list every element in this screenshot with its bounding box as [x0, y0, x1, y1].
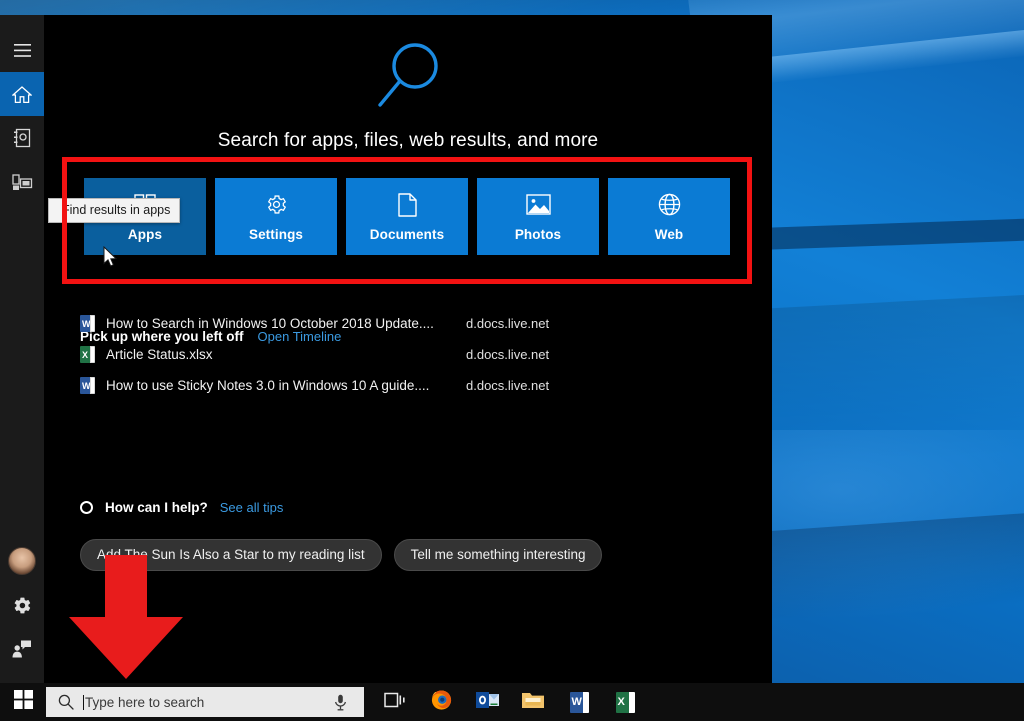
taskbar-item-word[interactable]: W	[556, 683, 602, 721]
filter-tile-label: Apps	[127, 226, 163, 242]
search-input[interactable]: Type here to search	[85, 695, 204, 710]
folder-icon	[521, 690, 545, 715]
cortana-header: How can I help? See all tips	[80, 500, 283, 515]
document-icon	[397, 192, 417, 218]
taskbar-item-excel[interactable]: X	[602, 683, 648, 721]
rail-item-notebook[interactable]	[0, 116, 44, 160]
filter-tile-web[interactable]: Web	[608, 178, 730, 255]
excel-icon: X	[615, 691, 635, 713]
timeline-item-source: d.docs.live.net	[466, 347, 550, 362]
taskbar: Type here to search W X	[0, 683, 1024, 721]
feedback-icon	[12, 640, 32, 658]
avatar	[8, 547, 36, 575]
timeline-item-source: d.docs.live.net	[466, 378, 550, 393]
home-icon	[12, 85, 32, 104]
magnifier-icon	[377, 43, 439, 115]
rail-item-account[interactable]	[0, 539, 44, 583]
suggestion-chip[interactable]: Tell me something interesting	[393, 539, 603, 571]
photo-icon	[525, 192, 551, 218]
rail-item-home[interactable]	[0, 72, 44, 116]
rail-item-collections[interactable]	[0, 160, 44, 204]
firefox-icon	[430, 688, 453, 716]
rail-item-settings[interactable]	[0, 583, 44, 627]
rail-item-hamburger-menu[interactable]	[0, 28, 44, 72]
task-view-icon	[384, 691, 406, 714]
word-file-icon: W	[80, 377, 96, 394]
taskbar-item-outlook[interactable]	[464, 683, 510, 721]
timeline-list: W How to Search in Windows 10 October 20…	[80, 308, 680, 401]
see-all-tips-link[interactable]: See all tips	[220, 500, 284, 515]
outlook-icon	[475, 690, 499, 715]
gear-icon	[13, 596, 32, 615]
screen: Search for apps, files, web results, and…	[0, 0, 1024, 721]
filter-tiles: Apps Settings Documents Photos Web	[84, 178, 730, 255]
filter-tile-photos[interactable]: Photos	[477, 178, 599, 255]
mouse-cursor	[103, 245, 118, 273]
apps-tile-tooltip: Find results in apps	[48, 198, 181, 223]
timeline-item-source: d.docs.live.net	[466, 316, 550, 331]
globe-icon	[658, 192, 681, 218]
filter-tile-documents[interactable]: Documents	[346, 178, 468, 255]
taskbar-search-box[interactable]: Type here to search	[46, 687, 364, 717]
taskbar-item-firefox[interactable]	[418, 683, 464, 721]
start-button[interactable]	[0, 683, 46, 721]
timeline-item-name: Article Status.xlsx	[106, 347, 213, 362]
filter-tile-label: Web	[654, 226, 684, 242]
filter-tile-label: Photos	[514, 226, 562, 242]
cortana-ring-icon	[80, 501, 93, 514]
timeline-item[interactable]: X Article Status.xlsx d.docs.live.net	[80, 339, 680, 370]
filter-tile-label: Settings	[248, 226, 304, 242]
text-caret	[83, 694, 84, 710]
timeline-item[interactable]: W How to Search in Windows 10 October 20…	[80, 308, 680, 339]
timeline-item-name: How to Search in Windows 10 October 2018…	[106, 316, 434, 331]
search-left-rail	[0, 15, 44, 683]
notebook-icon	[13, 128, 32, 148]
filter-tile-label: Documents	[369, 226, 445, 242]
excel-file-icon: X	[80, 346, 96, 363]
word-icon: W	[569, 691, 589, 713]
timeline-item[interactable]: W How to use Sticky Notes 3.0 in Windows…	[80, 370, 680, 401]
windows-start-icon	[13, 690, 33, 714]
timeline-item-name: How to use Sticky Notes 3.0 in Windows 1…	[106, 378, 430, 393]
taskbar-item-task-view[interactable]	[372, 683, 418, 721]
rail-item-feedback[interactable]	[0, 627, 44, 671]
word-file-icon: W	[80, 315, 96, 332]
down-arrow-annotation	[65, 555, 187, 685]
taskbar-item-file-explorer[interactable]	[510, 683, 556, 721]
page-title: Search for apps, files, web results, and…	[217, 130, 599, 151]
taskbar-icons: W X	[372, 683, 648, 721]
search-icon	[58, 694, 74, 710]
hamburger-icon	[13, 43, 31, 57]
search-hero: Search for apps, files, web results, and…	[44, 15, 772, 152]
cortana-title: How can I help?	[105, 500, 208, 515]
microphone-icon[interactable]	[334, 694, 347, 711]
filter-tile-settings[interactable]: Settings	[215, 178, 337, 255]
collections-icon	[11, 173, 33, 192]
gear-icon	[265, 192, 288, 218]
